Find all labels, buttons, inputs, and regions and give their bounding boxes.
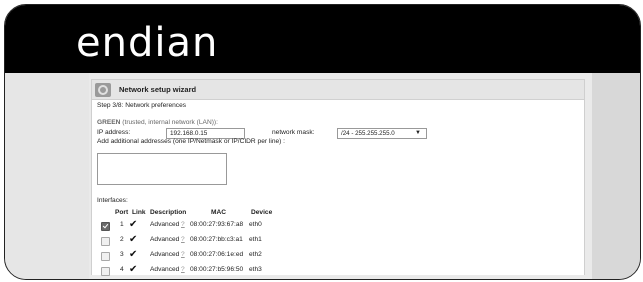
wizard-gear-icon xyxy=(95,82,111,97)
interface-checkbox[interactable] xyxy=(101,237,110,246)
additional-addresses-label: Add additional addresses (one IP/Netmask… xyxy=(97,138,286,145)
interface-row[interactable]: 4 ✔ Advanced ? 08:00:27:b5:96:50 eth3 xyxy=(92,265,584,278)
interface-row[interactable]: 3 ✔ Advanced ? 08:00:27:06:1e:ed eth2 xyxy=(92,250,584,263)
wizard-panel: Network setup wizard Step 3/8: Network p… xyxy=(91,79,585,278)
interface-device: eth3 xyxy=(249,266,262,273)
wizard-header: Network setup wizard xyxy=(92,80,584,100)
interface-checkbox[interactable] xyxy=(101,267,110,276)
interface-mac: 08:00:27:06:1e:ed xyxy=(190,251,244,258)
wizard-title: Network setup wizard xyxy=(119,85,197,94)
column-description: Description xyxy=(150,209,187,216)
dropdown-arrow-icon: ▼ xyxy=(415,130,421,136)
green-zone-description: (trusted, internal network (LAN)): xyxy=(120,119,218,126)
interface-checkbox[interactable] xyxy=(101,222,110,231)
link-check-icon: ✔ xyxy=(129,249,138,260)
interface-mac: 08:00:27:93:67:a8 xyxy=(190,221,244,228)
interface-description: Advanced xyxy=(150,251,180,258)
right-sidebar xyxy=(592,73,640,279)
green-zone-label: GREEN (trusted, internal network (LAN)): xyxy=(97,119,218,126)
step-indicator: Step 3/8: Network preferences xyxy=(97,102,187,109)
column-link: Link xyxy=(132,209,146,216)
left-sidebar xyxy=(5,73,90,279)
column-mac: MAC xyxy=(211,209,227,216)
interface-port: 1 xyxy=(120,221,124,228)
help-link[interactable]: ? xyxy=(181,236,185,243)
interface-device: eth0 xyxy=(249,221,262,228)
interface-device: eth2 xyxy=(249,251,262,258)
interface-description: Advanced xyxy=(150,266,180,273)
interface-mac: 08:00:27:b5:96:50 xyxy=(190,266,244,273)
interface-description: Advanced xyxy=(150,236,180,243)
column-port: Port xyxy=(115,209,129,216)
interface-description: Advanced xyxy=(150,221,180,228)
help-link[interactable]: ? xyxy=(181,251,185,258)
link-check-icon: ✔ xyxy=(129,264,138,275)
network-mask-value: /24 - 255.255.255.0 xyxy=(341,130,395,137)
interface-device: eth1 xyxy=(249,236,262,243)
ip-address-label: IP address: xyxy=(97,129,131,136)
interface-port: 4 xyxy=(120,266,124,273)
green-zone-name: GREEN xyxy=(97,119,121,126)
interface-checkbox[interactable] xyxy=(101,252,110,261)
link-check-icon: ✔ xyxy=(129,234,138,245)
interface-row[interactable]: 2 ✔ Advanced ? 08:00:27:bb:c3:a1 eth1 xyxy=(92,235,584,248)
interface-row[interactable]: 1 ✔ Advanced ? 08:00:27:93:67:a8 eth0 xyxy=(92,220,584,233)
interface-port: 3 xyxy=(120,251,124,258)
additional-addresses-textarea[interactable] xyxy=(97,153,227,185)
interface-port: 2 xyxy=(120,236,124,243)
network-mask-select[interactable]: /24 - 255.255.255.0 ▼ xyxy=(337,128,427,139)
interface-mac: 08:00:27:bb:c3:a1 xyxy=(190,236,243,243)
endian-logo: endian xyxy=(76,20,219,66)
help-link[interactable]: ? xyxy=(181,221,185,228)
interfaces-label: Interfaces: xyxy=(97,197,128,204)
help-link[interactable]: ? xyxy=(181,266,185,273)
top-header: endian xyxy=(5,5,640,73)
network-mask-label: network mask: xyxy=(272,129,315,136)
link-check-icon: ✔ xyxy=(129,219,138,230)
column-device: Device xyxy=(251,209,273,216)
